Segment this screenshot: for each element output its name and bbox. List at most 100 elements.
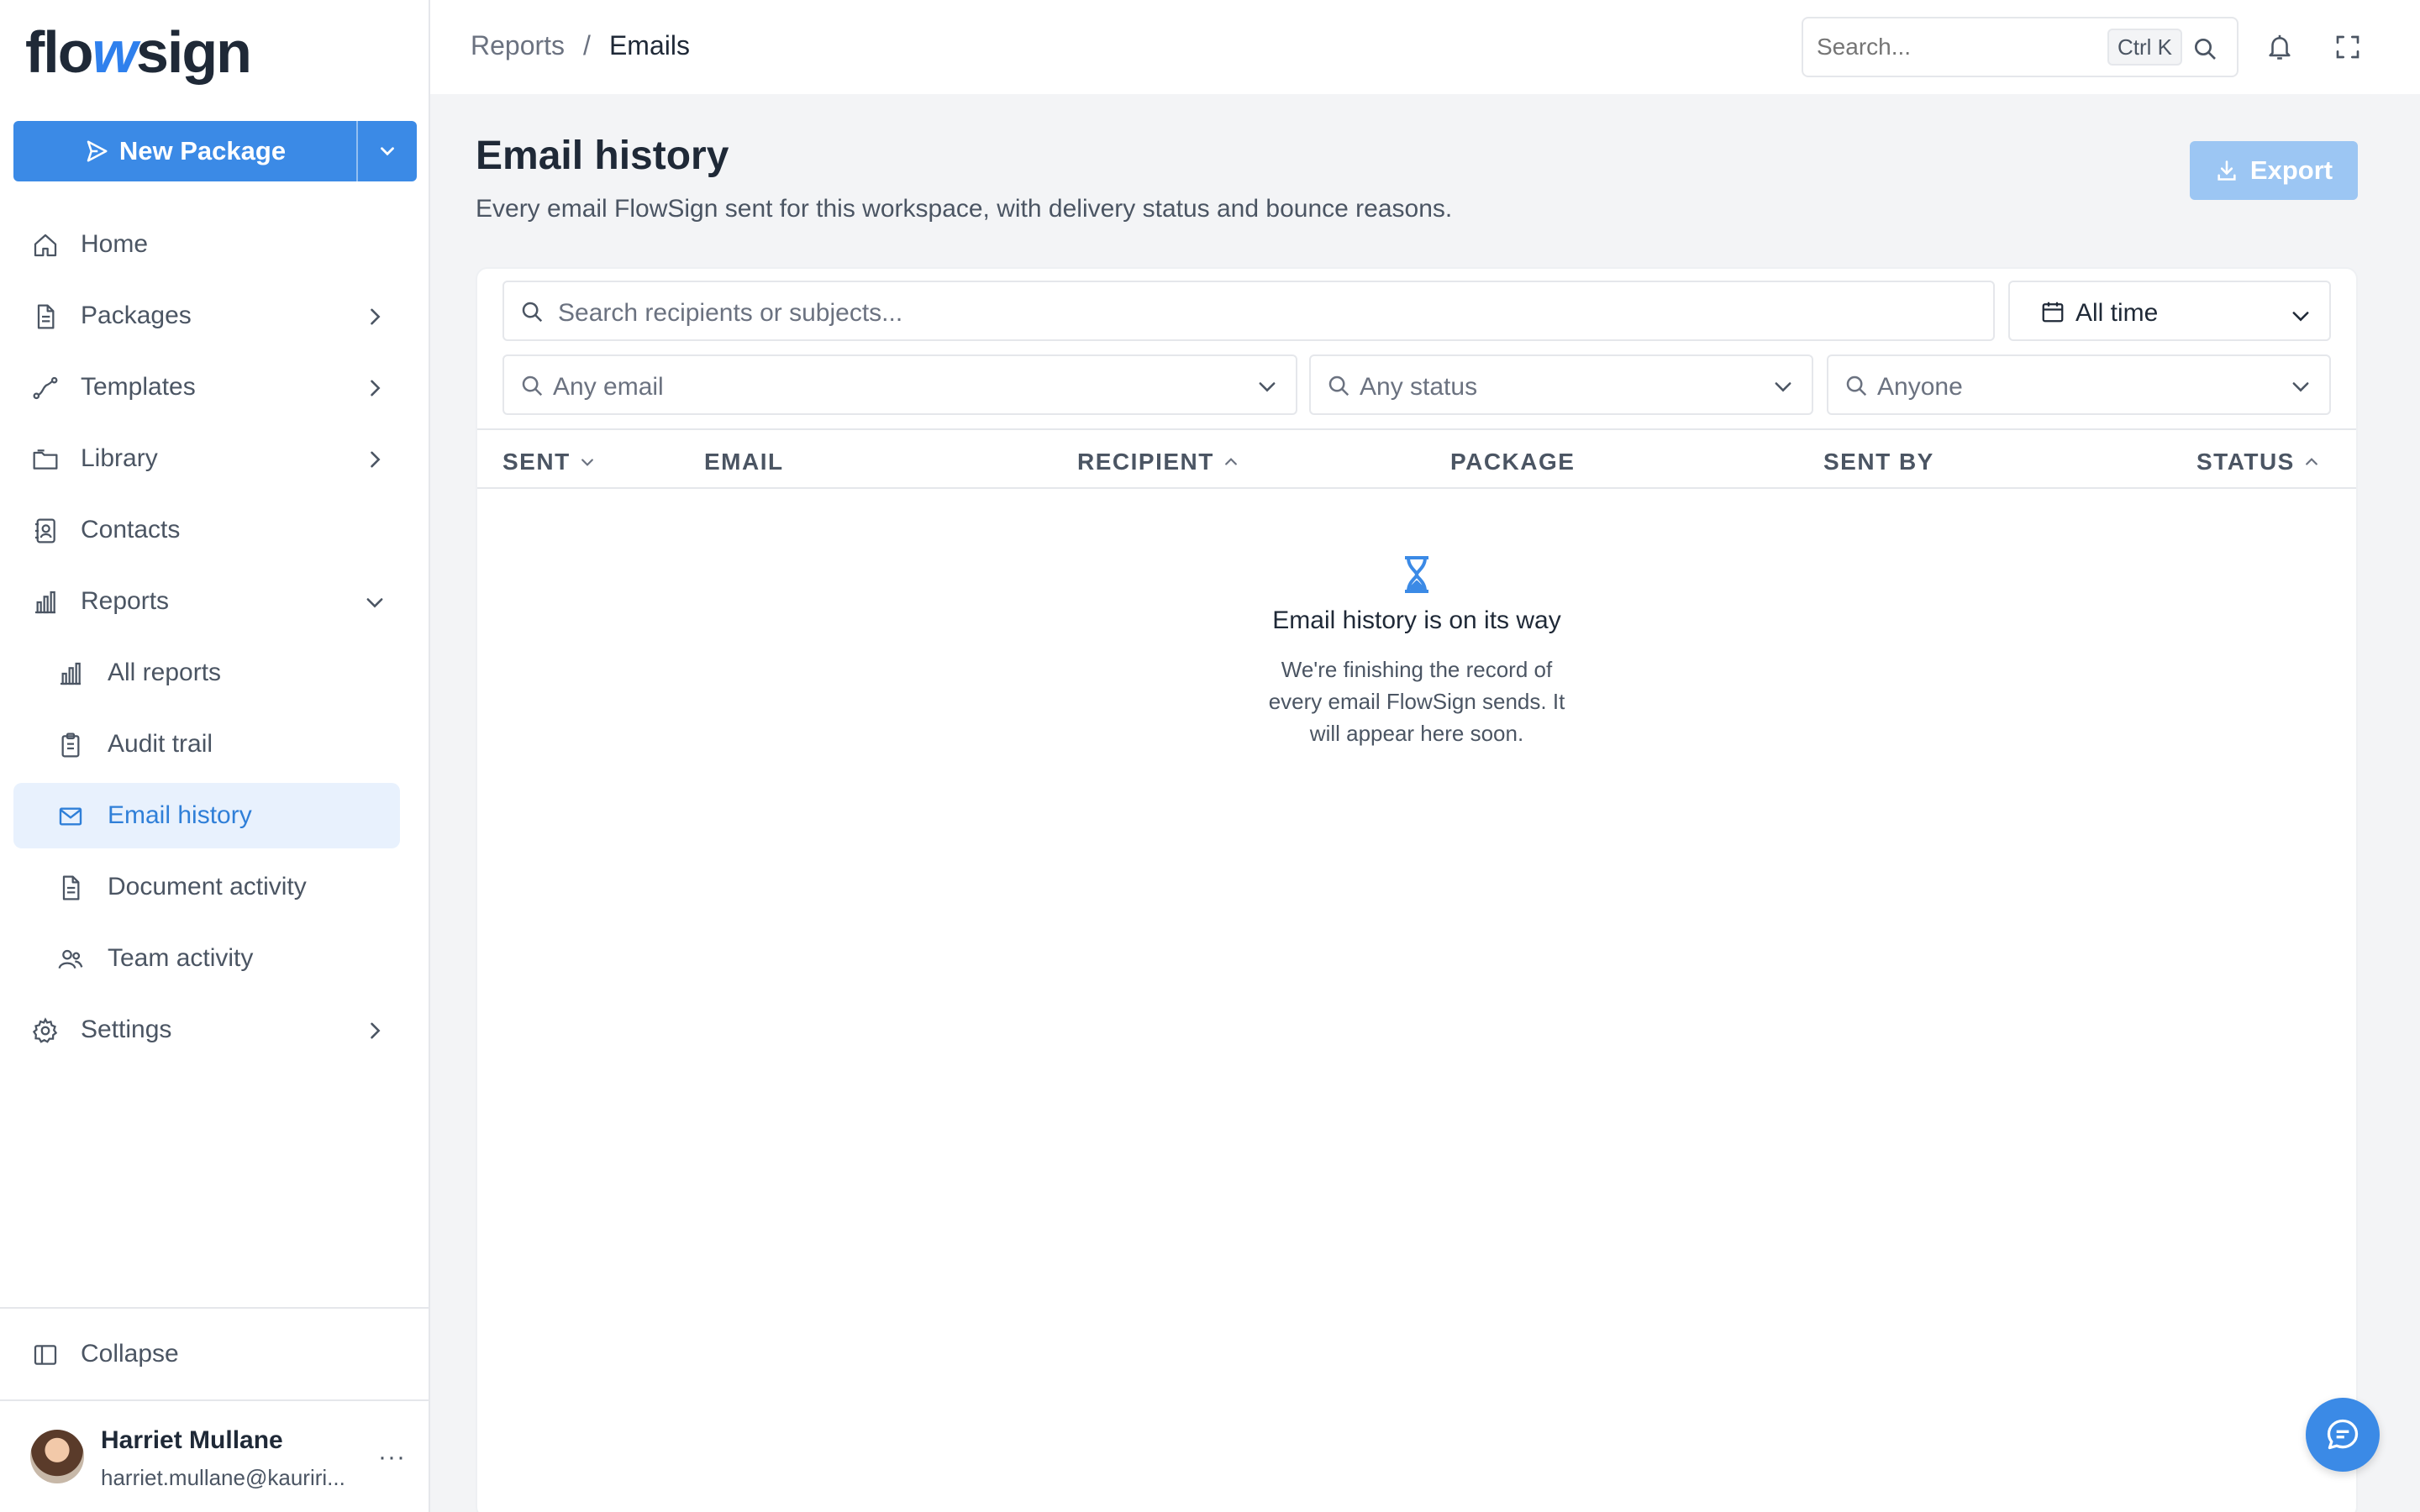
chevron-down-icon (381, 147, 394, 156)
date-range-select[interactable]: All time (2008, 281, 2331, 341)
column-header-label: SENT (502, 449, 571, 475)
sidebar-item-label: Audit trail (108, 730, 213, 758)
gear-icon (32, 1017, 58, 1043)
sidebar-item-home[interactable]: Home (13, 212, 417, 277)
column-header-sent-by[interactable]: SENT BY (1823, 449, 1934, 475)
column-header-sent[interactable]: SENT (502, 449, 596, 475)
sidebar-item-templates[interactable]: Templates (13, 354, 417, 420)
sidebar-item-reports[interactable]: Reports (13, 569, 417, 634)
sidebar-footer: Collapse Harriet Mullane harriet.mullane… (0, 1307, 429, 1512)
chevron-down-icon (2292, 312, 2309, 322)
chevron-down-icon (2292, 382, 2309, 392)
hourglass-icon (1405, 556, 1428, 593)
status-filter-value: Any status (1360, 373, 1478, 401)
column-header-recipient[interactable]: RECIPIENT (1077, 449, 1239, 475)
sort-desc-icon (581, 459, 593, 466)
collapse-label: Collapse (81, 1340, 179, 1368)
document-icon (37, 304, 55, 329)
recipient-search-field[interactable]: Search recipients or subjects... (502, 281, 1995, 341)
column-header-email[interactable]: EMAIL (704, 449, 784, 475)
sidebar-item-contacts[interactable]: Contacts (13, 497, 417, 563)
chat-bubble-icon (2327, 1419, 2359, 1450)
chat-support-button[interactable] (2306, 1398, 2380, 1472)
sidebar-item-label: Email history (108, 801, 252, 829)
sidebar-item-label: Settings (81, 1016, 172, 1043)
send-icon (87, 140, 108, 162)
column-header-package[interactable]: PACKAGE (1450, 449, 1575, 475)
sidebar: flo w sign New Package Home Packages Tem… (0, 0, 430, 1512)
chevron-down-icon (1775, 382, 1791, 392)
route-icon (33, 376, 58, 400)
folder-icon (33, 449, 58, 470)
sidebar-item-team-activity[interactable]: Team activity (13, 926, 400, 991)
chevron-right-icon (371, 1022, 381, 1039)
users-icon (58, 949, 83, 969)
sender-filter[interactable]: Anyone (1827, 354, 2331, 415)
sidebar-nav: Home Packages Templates Library Contacts (13, 212, 417, 1068)
more-options-icon[interactable]: ··· (378, 1443, 406, 1472)
sidebar-panel-icon (34, 1345, 57, 1365)
contact-book-icon (35, 518, 55, 543)
collapse-sidebar-button[interactable]: Collapse (0, 1309, 429, 1401)
email-type-value: Any email (553, 373, 664, 401)
column-header-status[interactable]: STATUS (2196, 449, 2320, 475)
sidebar-item-all-reports[interactable]: All reports (13, 640, 400, 706)
new-package-button[interactable]: New Package (13, 121, 356, 181)
download-icon (2217, 160, 2236, 181)
global-search-input[interactable] (1817, 34, 2094, 60)
chevron-right-icon (371, 380, 381, 396)
sidebar-item-label: Contacts (81, 516, 181, 543)
top-bar: Reports / Emails Ctrl K (430, 0, 2420, 94)
column-header-label: RECIPIENT (1077, 449, 1214, 475)
export-label: Export (2249, 155, 2333, 185)
breadcrumb-current: Emails (608, 30, 690, 60)
sidebar-item-label: Home (81, 230, 149, 258)
sort-asc-icon (2305, 458, 2317, 465)
page-title: Email history (476, 134, 729, 178)
user-profile[interactable]: Harriet Mullane harriet.mullane@kauriri.… (0, 1401, 429, 1512)
home-icon (34, 234, 57, 257)
sidebar-item-label: Templates (81, 373, 196, 401)
sidebar-item-packages[interactable]: Packages (13, 283, 417, 349)
mail-icon (59, 807, 82, 826)
new-package-split-button: New Package (13, 121, 417, 181)
search-icon[interactable] (2191, 35, 2218, 62)
logo-text-end: sign (135, 19, 252, 85)
sidebar-item-label: Packages (81, 302, 192, 329)
search-icon (1846, 375, 1867, 396)
bar-chart-icon (60, 662, 81, 685)
calendar-icon (2042, 302, 2064, 323)
breadcrumb-separator: / (583, 30, 591, 60)
flowsign-logo[interactable]: flo w sign (25, 18, 252, 86)
bell-icon[interactable] (2265, 32, 2294, 62)
sidebar-item-library[interactable]: Library (13, 426, 417, 491)
email-type-filter[interactable]: Any email (502, 354, 1297, 415)
chevron-right-icon (371, 308, 381, 325)
search-icon (522, 375, 543, 396)
breadcrumb-reports[interactable]: Reports (471, 30, 565, 61)
chevron-down-icon (366, 598, 383, 608)
email-history-card: Search recipients or subjects... All tim… (476, 267, 2358, 1512)
page-subtitle: Every email FlowSign sent for this works… (476, 195, 1453, 223)
status-filter[interactable]: Any status (1309, 354, 1813, 415)
column-header-label: EMAIL (704, 449, 784, 475)
search-icon (522, 302, 543, 323)
search-icon (1328, 375, 1349, 396)
recipient-search-placeholder: Search recipients or subjects... (558, 299, 903, 327)
sidebar-item-audit-trail[interactable]: Audit trail (13, 711, 400, 777)
user-name: Harriet Mullane (101, 1426, 283, 1454)
clipboard-icon (61, 732, 80, 758)
sidebar-item-email-history[interactable]: Email history (13, 783, 400, 848)
document-icon (62, 875, 80, 900)
export-button[interactable]: Export (2190, 141, 2358, 200)
new-package-dropdown-button[interactable] (356, 121, 417, 181)
sidebar-item-document-activity[interactable]: Document activity (13, 854, 400, 920)
sidebar-item-settings[interactable]: Settings (13, 997, 417, 1063)
avatar (30, 1430, 84, 1483)
fullscreen-icon[interactable] (2334, 34, 2361, 60)
empty-state-title: Email history is on its way (1272, 606, 1561, 634)
search-shortcut-badge: Ctrl K (2107, 29, 2182, 66)
column-header-label: SENT BY (1823, 449, 1934, 475)
column-header-label: STATUS (2196, 449, 2295, 475)
empty-state: Email history is on its way We're finish… (477, 554, 2356, 749)
